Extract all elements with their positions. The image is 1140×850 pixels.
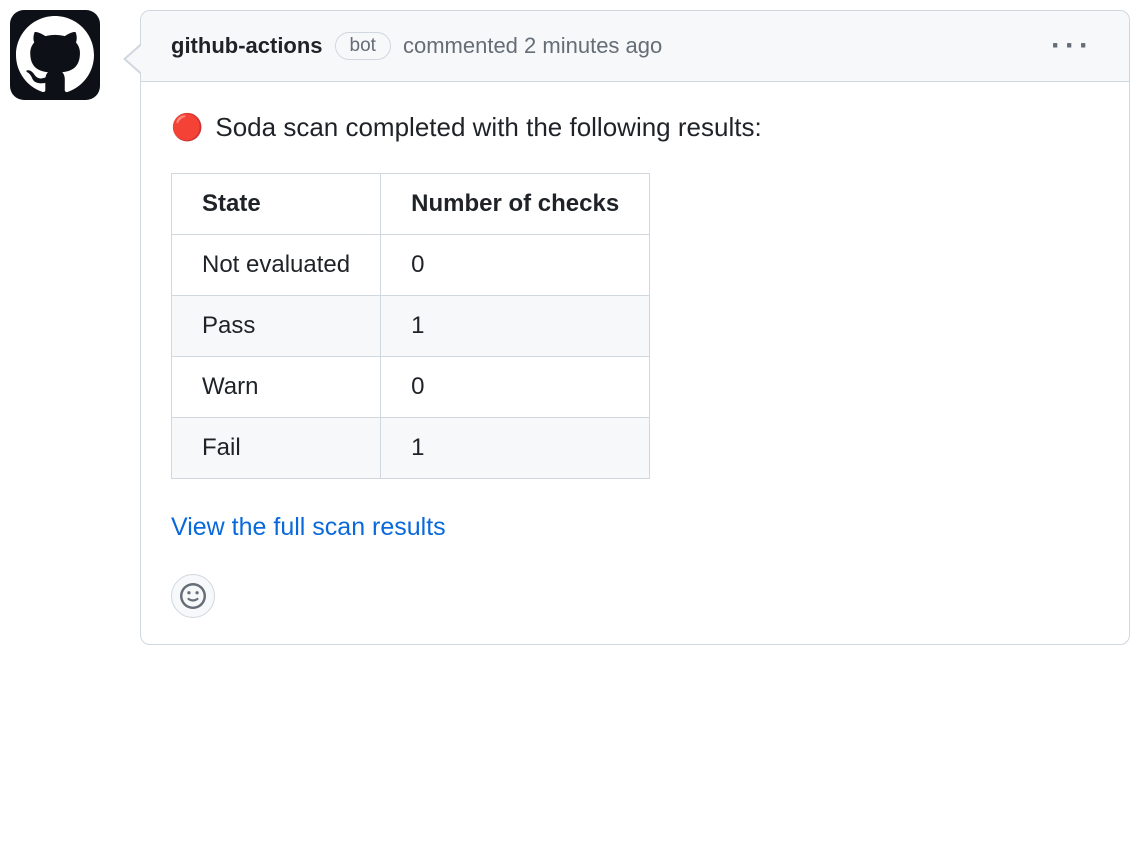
- bot-badge: bot: [335, 32, 391, 60]
- col-count: Number of checks: [381, 174, 650, 235]
- cell-count: 0: [381, 357, 650, 418]
- comment-header: github-actions bot commented 2 minutes a…: [141, 11, 1129, 82]
- summary-text: Soda scan completed with the following r…: [215, 112, 761, 143]
- action-text: commented: [403, 33, 518, 59]
- cell-count: 0: [381, 235, 650, 296]
- view-results-link[interactable]: View the full scan results: [171, 513, 446, 542]
- add-reaction-button[interactable]: [171, 574, 215, 618]
- col-state: State: [172, 174, 381, 235]
- red-circle-icon: 🔴: [171, 112, 203, 143]
- table-row: Fail 1: [172, 418, 650, 479]
- author-link[interactable]: github-actions: [171, 33, 323, 59]
- timestamp[interactable]: 2 minutes ago: [524, 33, 662, 59]
- cell-count: 1: [381, 296, 650, 357]
- cell-state: Fail: [172, 418, 381, 479]
- table-row: Not evaluated 0: [172, 235, 650, 296]
- smiley-icon: [180, 583, 206, 609]
- cell-state: Not evaluated: [172, 235, 381, 296]
- table-row: Pass 1: [172, 296, 650, 357]
- comment-container: github-actions bot commented 2 minutes a…: [10, 10, 1130, 645]
- scan-summary: 🔴 Soda scan completed with the following…: [171, 112, 1099, 143]
- cell-state: Pass: [172, 296, 381, 357]
- avatar[interactable]: [10, 10, 100, 100]
- cell-count: 1: [381, 418, 650, 479]
- cell-state: Warn: [172, 357, 381, 418]
- table-row: Warn 0: [172, 357, 650, 418]
- comment-box: github-actions bot commented 2 minutes a…: [140, 10, 1130, 645]
- results-table: State Number of checks Not evaluated 0 P…: [171, 173, 650, 479]
- github-logo-icon: [16, 16, 94, 94]
- kebab-menu-icon[interactable]: ···: [1045, 31, 1099, 61]
- comment-body: 🔴 Soda scan completed with the following…: [141, 82, 1129, 644]
